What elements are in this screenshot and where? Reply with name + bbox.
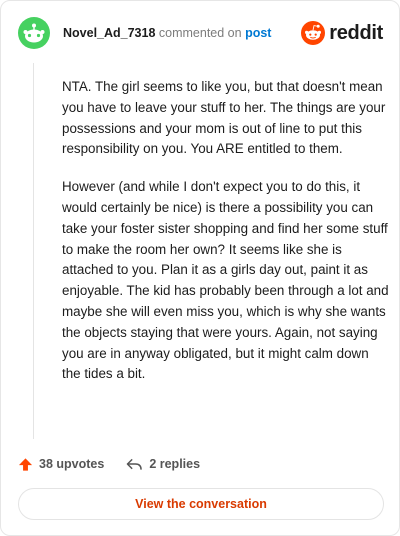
reddit-logo-icon <box>301 21 326 45</box>
comment-header: Novel_Ad_7318 commented on post reddit <box>18 17 383 49</box>
reddit-logo[interactable]: reddit <box>301 20 383 46</box>
comment-paragraph: NTA. The girl seems to like you, but tha… <box>62 79 386 157</box>
snoo-avatar-icon[interactable] <box>18 17 50 49</box>
comment-card: Novel_Ad_7318 commented on post reddit N… <box>0 0 400 536</box>
reddit-wordmark: reddit <box>329 22 383 44</box>
view-conversation-button[interactable]: View the conversation <box>18 488 384 520</box>
username[interactable]: Novel_Ad_7318 <box>63 26 155 40</box>
reply-count: 2 replies <box>149 457 201 471</box>
upvote-count: 38 upvotes <box>39 457 105 471</box>
thread-line <box>33 63 34 439</box>
comment-paragraph: However (and while I don't expect you to… <box>62 179 389 382</box>
comment-actions: 38 upvotes 2 replies <box>18 453 200 475</box>
upvote-button[interactable]: 38 upvotes <box>18 457 104 472</box>
comment-body: NTA. The girl seems to like you, but tha… <box>62 77 390 402</box>
upvote-arrow-icon <box>18 457 33 471</box>
post-link[interactable]: post <box>245 26 271 40</box>
replies-button[interactable]: 2 replies <box>126 457 200 472</box>
comment-meta: Novel_Ad_7318 commented on post <box>63 26 271 41</box>
commented-on-text: commented on <box>158 26 242 40</box>
reply-arrow-icon <box>127 458 143 470</box>
